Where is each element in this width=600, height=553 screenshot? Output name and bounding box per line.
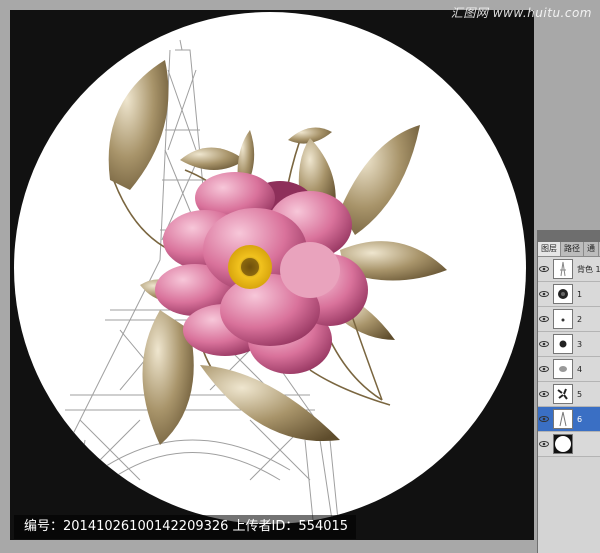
visibility-eye-icon[interactable] xyxy=(538,357,550,381)
artwork xyxy=(14,12,526,524)
leaves-icon xyxy=(553,384,573,404)
visibility-eye-icon[interactable] xyxy=(538,407,550,431)
upload-caption: 编号：20141026100142209326 上传者ID：554015 xyxy=(14,515,357,539)
tower-icon xyxy=(553,409,573,429)
visibility-eye-icon[interactable] xyxy=(538,332,550,356)
bud-icon xyxy=(553,334,573,354)
visibility-eye-icon[interactable] xyxy=(538,282,550,306)
layer-row[interactable]: 2 xyxy=(538,307,600,332)
site-watermark: 汇图网 www.huitu.com xyxy=(450,6,592,20)
tab-layers[interactable]: 图层 xyxy=(538,242,561,256)
layer-name: 2 xyxy=(577,314,583,324)
visibility-eye-icon[interactable] xyxy=(538,307,550,331)
layers-panel-header xyxy=(538,230,600,242)
tower-sketch-icon xyxy=(553,259,573,279)
dot-icon xyxy=(553,309,573,329)
layer-row[interactable]: 4 xyxy=(538,357,600,382)
tab-paths[interactable]: 路径 xyxy=(561,242,584,256)
visibility-eye-icon[interactable] xyxy=(538,382,550,406)
layer-name: 4 xyxy=(577,364,583,374)
layers-list: 背色 1 1 2 3 4 5 6 xyxy=(538,257,600,457)
layer-name: 5 xyxy=(577,389,583,399)
layer-row[interactable]: 6 xyxy=(538,407,600,432)
circle-mask-icon xyxy=(553,434,573,454)
layer-name: 1 xyxy=(577,289,583,299)
layer-row[interactable]: 5 xyxy=(538,382,600,407)
layer-row[interactable]: 1 xyxy=(538,282,600,307)
visibility-eye-icon[interactable] xyxy=(538,432,550,456)
layer-row[interactable] xyxy=(538,432,600,457)
tab-channels[interactable]: 通 xyxy=(584,242,599,256)
layer-name: 3 xyxy=(577,339,583,349)
layer-row[interactable]: 背色 1 xyxy=(538,257,600,282)
visibility-eye-icon[interactable] xyxy=(538,257,550,281)
layers-panel-tabs: 图层 路径 通 xyxy=(538,242,600,257)
layer-name: 背色 1 xyxy=(577,264,600,274)
layers-panel: 图层 路径 通 背色 1 1 2 3 4 5 6 xyxy=(537,230,600,553)
layer-row[interactable]: 3 xyxy=(538,332,600,357)
leaf-icon xyxy=(553,359,573,379)
workspace: 汇图网 www.huitu.com 编号：2014102610014220932… xyxy=(0,0,600,553)
document-canvas[interactable] xyxy=(10,10,534,540)
flower-icon xyxy=(553,284,573,304)
layer-name: 6 xyxy=(577,414,583,424)
